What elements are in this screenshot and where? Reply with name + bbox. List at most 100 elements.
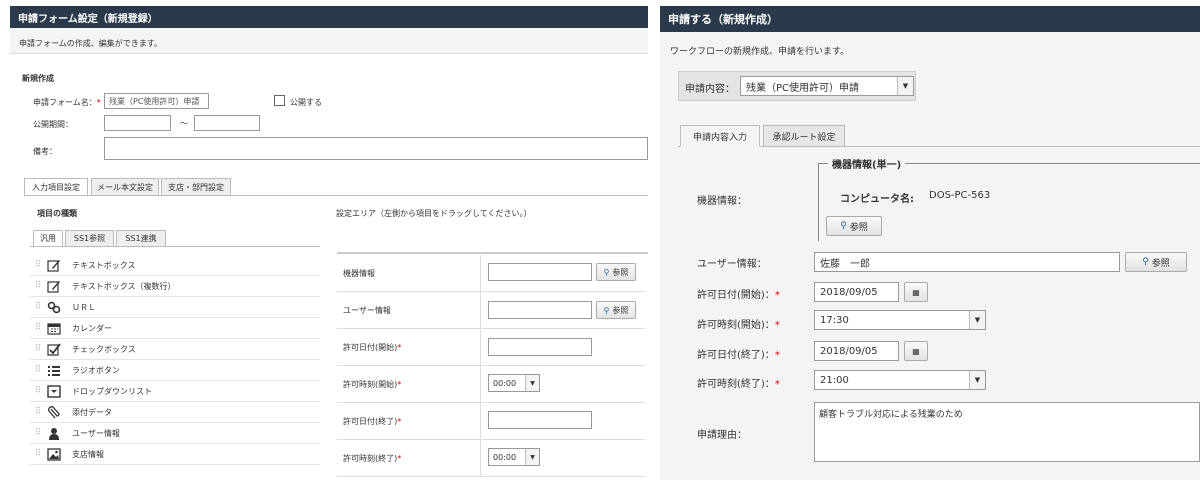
tab-input-items[interactable]: 入力項目設定 [24, 178, 88, 196]
drag-handle-icon[interactable]: ⠿ [30, 281, 46, 291]
right-description: ワークフローの新規作成、申請を行います。 [670, 47, 850, 57]
subtab-ss1-link[interactable]: SS1連携 [116, 230, 166, 247]
tab-application-input[interactable]: 申請内容入力 [680, 125, 760, 147]
chevron-down-icon: ▼ [897, 77, 913, 95]
period-start-input[interactable] [104, 115, 171, 131]
calendar-icon: ▦ [912, 287, 920, 297]
drag-handle-icon[interactable]: ⠿ [30, 365, 46, 375]
field-label: 許可日付(終了)* [343, 417, 402, 426]
tab-underline [24, 195, 648, 196]
list-item-label: チェックボックス [72, 344, 136, 354]
drag-handle-icon[interactable]: ⠿ [30, 302, 46, 312]
link-icon [46, 300, 62, 314]
field-row-date-start[interactable]: 許可日付(開始)* [337, 329, 645, 366]
field-row-date-end[interactable]: 許可日付(終了)* [337, 403, 645, 440]
reason-text: 顧客トラブル対応による残業のため [819, 410, 963, 420]
drag-handle-icon[interactable]: ⠿ [30, 407, 46, 417]
date-start-calendar-button[interactable]: ▦ [904, 282, 928, 302]
drag-handle-icon[interactable]: ⠿ [30, 344, 46, 354]
paperclip-icon [46, 405, 62, 419]
list-item-branch-info[interactable]: ⠿ 支店情報 [30, 444, 320, 465]
drag-handle-icon[interactable]: ⠿ [30, 386, 46, 396]
time-end-label: 許可時刻(終了)：* [697, 379, 780, 390]
list-item-label: テキストボックス [72, 260, 136, 270]
right-panel: 申請する（新規作成） ワークフローの新規作成、申請を行います。 申請内容： 残業… [660, 0, 1200, 480]
checkbox-icon [46, 342, 62, 356]
date-end-calendar-button[interactable]: ▦ [904, 341, 928, 361]
list-item-dropdown[interactable]: ⠿ ドロップダウンリスト [30, 381, 320, 402]
reason-textarea[interactable]: 顧客トラブル対応による残業のため [814, 402, 1200, 462]
left-description: 申請フォームの作成、編集ができます。 [19, 39, 162, 48]
period-separator: ～ [180, 119, 188, 128]
note-input[interactable] [104, 137, 648, 160]
chevron-down-icon: ▼ [525, 375, 539, 391]
device-ref-button[interactable]: ⚲ 参照 [596, 263, 636, 281]
date-start-label: 許可日付(開始)：* [697, 290, 780, 301]
content-select[interactable]: 残業（PC使用許可）申請 ▼ [740, 76, 914, 96]
calendar-icon [46, 321, 62, 335]
field-row-time-start[interactable]: 許可時刻(開始)* 00:00 ▼ [337, 366, 645, 403]
subtab-general[interactable]: 汎用 [33, 230, 63, 247]
publish-checkbox[interactable] [274, 95, 285, 106]
list-item-user-info[interactable]: ⠿ ユーザー情報 [30, 423, 320, 444]
field-label: 機器情報 [343, 269, 375, 278]
drag-handle-icon[interactable]: ⠿ [30, 323, 46, 333]
drag-handle-icon[interactable]: ⠿ [30, 260, 46, 270]
tab-mail-body[interactable]: メール本文設定 [91, 178, 159, 196]
user-icon [46, 426, 62, 440]
user-label: ユーザー情報： [697, 259, 767, 270]
drag-handle-icon[interactable]: ⠿ [30, 428, 46, 438]
time-start-select[interactable]: 17:30 ▼ [814, 310, 986, 330]
list-item-url[interactable]: ⠿ ＵＲＬ [30, 297, 320, 318]
panel-divider [648, 0, 660, 480]
right-title-bar: 申請する（新規作成） [660, 6, 1200, 32]
list-item-calendar[interactable]: ⠿ カレンダー [30, 318, 320, 339]
date-end-label: 許可日付(終了)：* [697, 350, 780, 361]
drag-handle-icon[interactable]: ⠿ [30, 449, 46, 459]
date-end-input[interactable] [488, 411, 592, 429]
user-info-input[interactable] [488, 301, 592, 319]
content-label: 申請内容： [685, 84, 735, 95]
device-group-legend: 機器情報(単一) [828, 156, 906, 171]
device-ref-button[interactable]: ⚲ 参照 [826, 216, 882, 236]
field-row-time-end[interactable]: 許可時刻(終了)* 00:00 ▼ [337, 440, 645, 477]
list-item-label: ラジオボタン [72, 365, 120, 375]
period-end-input[interactable] [194, 115, 260, 131]
list-item-radio[interactable]: ⠿ ラジオボタン [30, 360, 320, 381]
field-row-user-info[interactable]: ユーザー情報 ⚲ 参照 [337, 292, 645, 329]
items-heading: 項目の種類 [37, 209, 77, 218]
date-start-input[interactable]: 2018/09/05 [814, 282, 899, 302]
time-end-select[interactable]: 00:00 ▼ [488, 448, 540, 466]
list-item-textarea[interactable]: ⠿ テキストボックス（複数行） [30, 276, 320, 297]
list-icon [46, 363, 62, 377]
date-end-input[interactable]: 2018/09/05 [814, 341, 899, 361]
list-item-label: ユーザー情報 [72, 428, 120, 438]
date-start-input[interactable] [488, 338, 592, 356]
time-start-label: 許可時刻(開始)：* [697, 320, 780, 331]
time-start-select[interactable]: 00:00 ▼ [488, 374, 540, 392]
left-title-bar: 申請フォーム設定（新規登録） [10, 6, 648, 28]
pencil-edit-icon [46, 258, 62, 272]
device-info-input[interactable] [488, 263, 592, 281]
image-icon [46, 447, 62, 461]
field-row-device-info[interactable]: 機器情報 ⚲ 参照 [337, 255, 645, 292]
search-icon: ⚲ [603, 267, 610, 277]
tab-approval-route[interactable]: 承認ルート設定 [763, 125, 845, 147]
left-panel: 申請フォーム設定（新規登録） 申請フォームの作成、編集ができます。 新規作成 申… [0, 0, 648, 480]
list-item-label: カレンダー [72, 323, 112, 333]
subtab-ss1-ref[interactable]: SS1参照 [65, 230, 114, 247]
user-ref-button[interactable]: ⚲ 参照 [1125, 252, 1187, 272]
list-item-textbox[interactable]: ⠿ テキストボックス [30, 255, 320, 276]
subtab-underline [30, 246, 320, 247]
user-ref-button[interactable]: ⚲ 参照 [596, 301, 636, 319]
time-end-select[interactable]: 21:00 ▼ [814, 370, 986, 390]
period-label: 公開期間： [33, 120, 73, 129]
list-item-attachment[interactable]: ⠿ 添付データ [30, 402, 320, 423]
left-page-title: 申請フォーム設定（新規登録） [18, 13, 158, 25]
search-icon: ⚲ [1142, 257, 1149, 267]
form-name-input[interactable]: 残業（PC使用許可）申請 [104, 93, 209, 109]
list-item-checkbox[interactable]: ⠿ チェックボックス [30, 339, 320, 360]
user-input[interactable]: 佐藤 一郎 [814, 252, 1120, 272]
list-item-label: テキストボックス（複数行） [72, 281, 176, 291]
tab-branch-dept[interactable]: 支店・部門設定 [161, 178, 231, 196]
